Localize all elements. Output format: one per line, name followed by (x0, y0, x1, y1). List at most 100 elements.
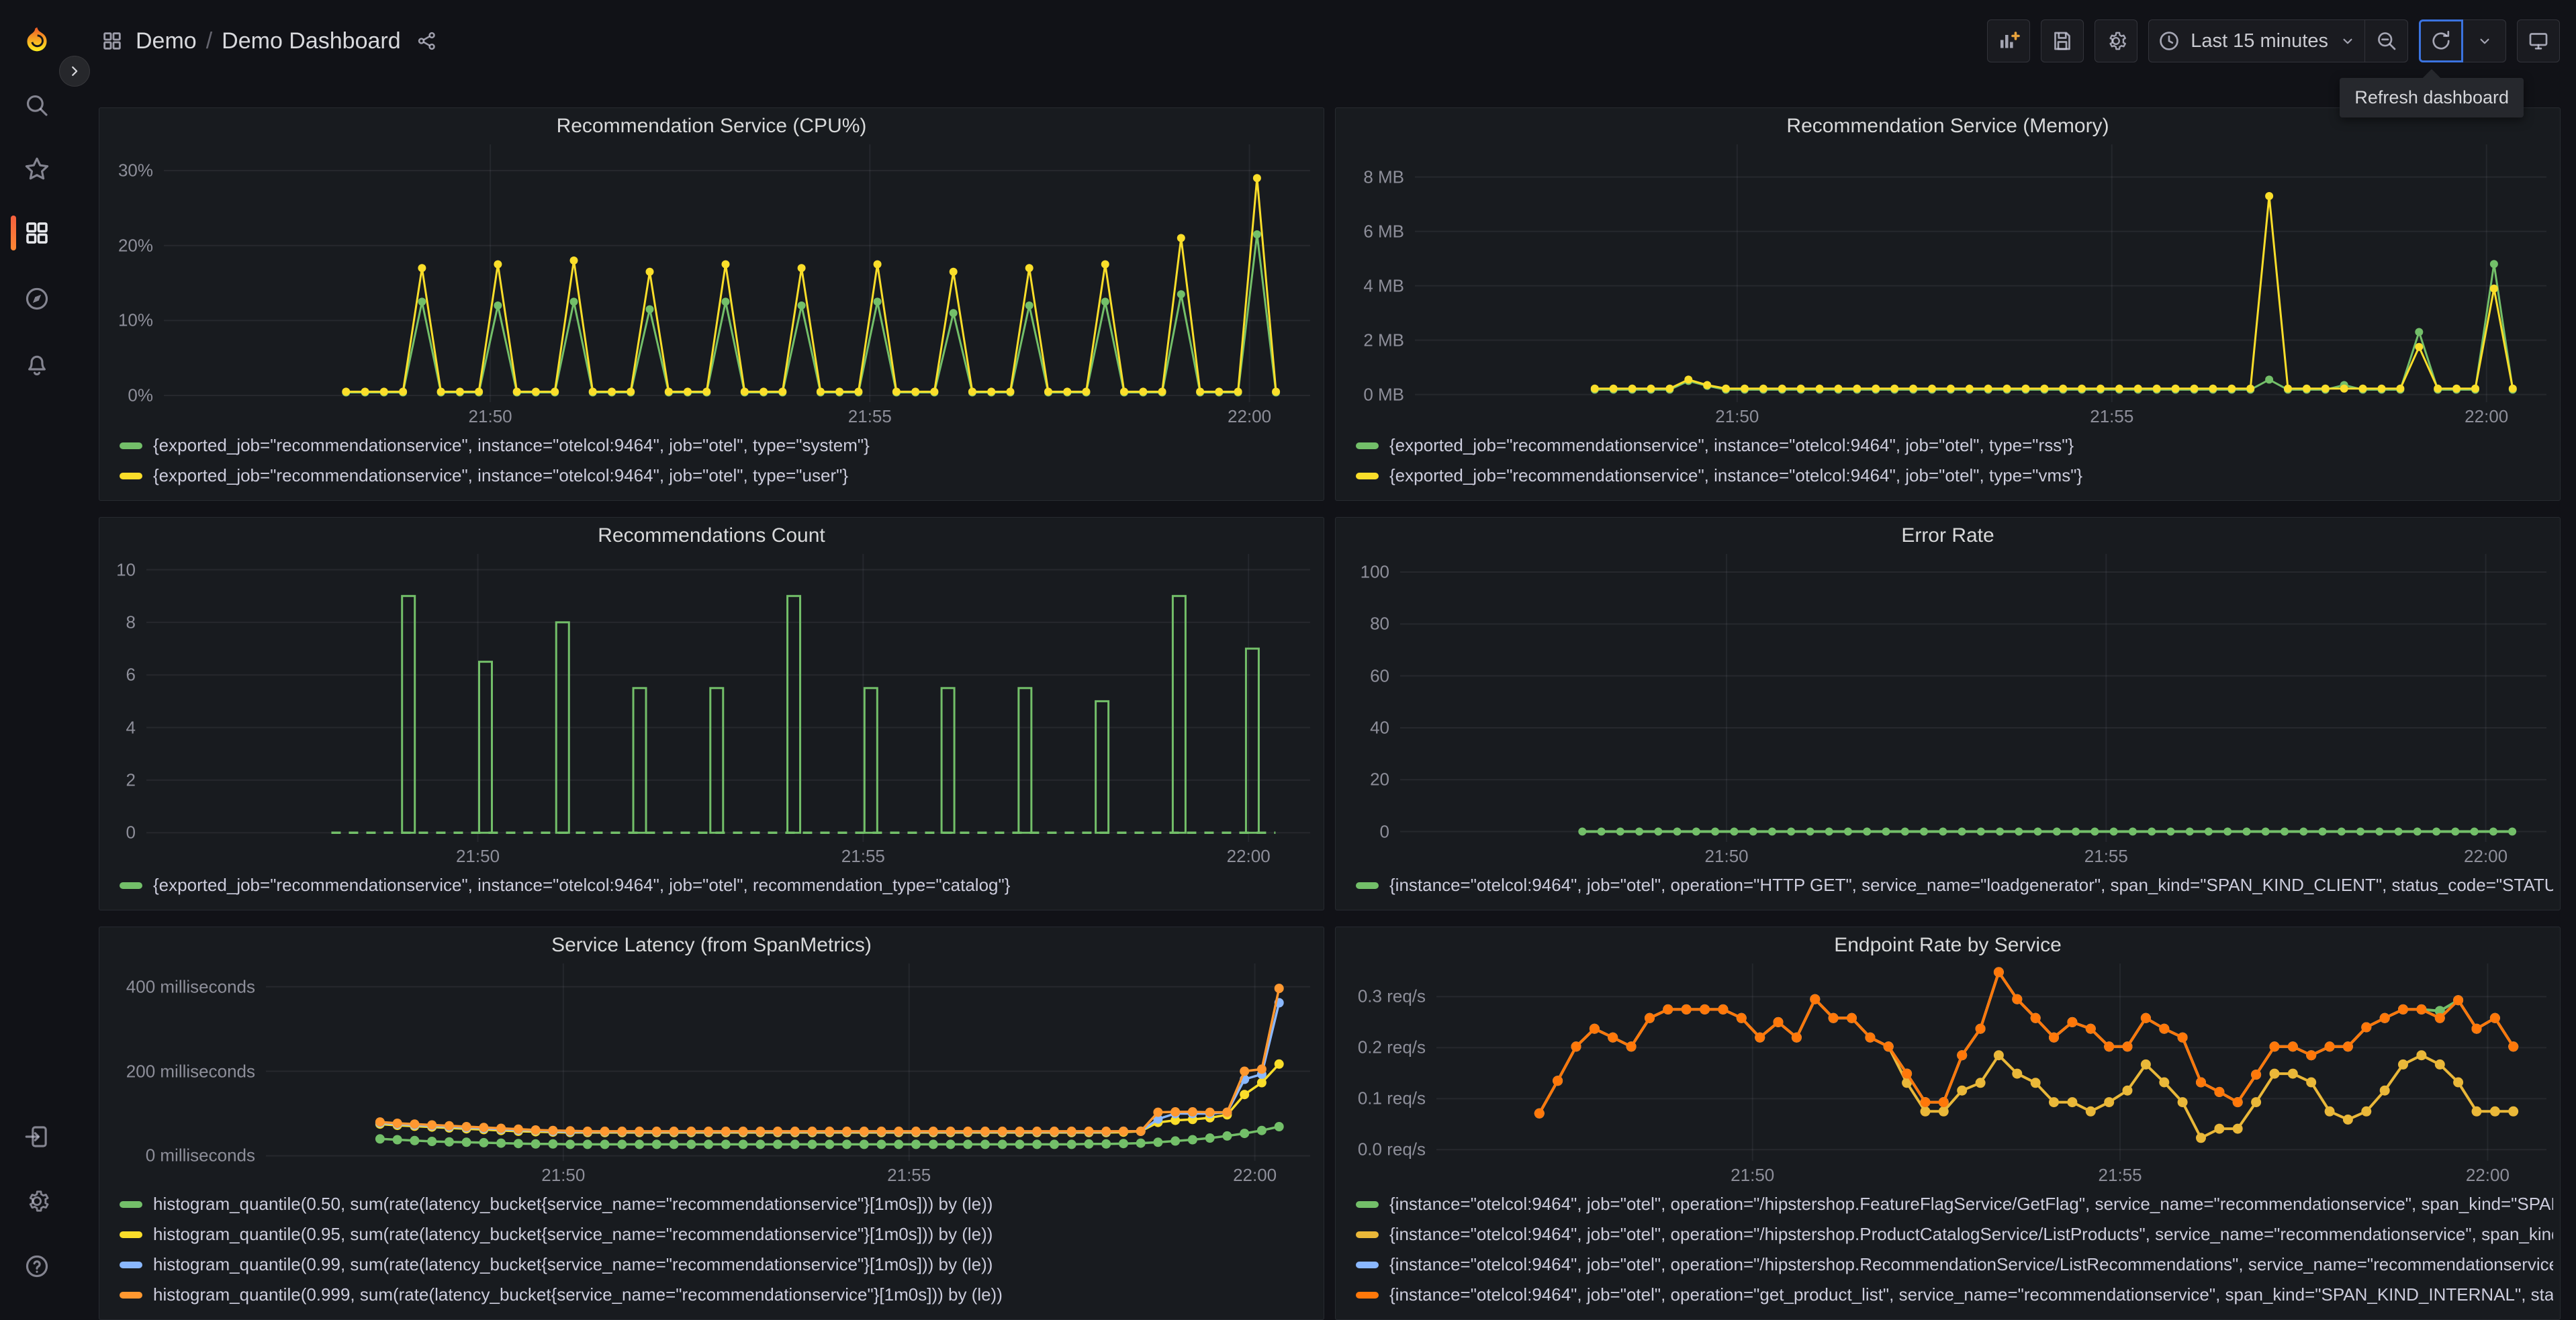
panel-cpu: Recommendation Service (CPU%) 0% 10% 20% 30%… (99, 107, 1324, 501)
legend-swatch (1356, 442, 1379, 449)
sign-in-icon[interactable] (0, 1123, 74, 1151)
chart-canvas-reco-count[interactable] (146, 554, 1310, 842)
plot-area-memory[interactable] (1415, 144, 2546, 402)
admin-gear-icon[interactable] (0, 1187, 74, 1215)
dashboard-settings-button[interactable] (2095, 19, 2138, 62)
y-tick-label: 2 (126, 769, 136, 790)
x-tick-label: 21:50 (1704, 846, 1749, 866)
legend-endpoint-rate: {instance="otelcol:9464", job="otel", op… (1336, 1188, 2560, 1319)
monitor-icon (2529, 33, 2548, 50)
breadcrumb-page-title[interactable]: Demo Dashboard (222, 28, 400, 54)
y-tick-label: 0.3 req/s (1357, 986, 1426, 1006)
y-tick-label: 400 milliseconds (126, 976, 255, 997)
legend-swatch (1356, 1200, 1379, 1208)
legend-swatch (120, 1231, 142, 1238)
grafana-logo[interactable] (0, 21, 74, 59)
legend-item[interactable]: {instance="otelcol:9464", job="otel", op… (1356, 1219, 2553, 1250)
share-icon[interactable] (416, 30, 439, 52)
legend-label: histogram_quantile(0.95, sum(rate(latenc… (153, 1224, 993, 1244)
save-dashboard-button[interactable] (2041, 19, 2084, 62)
time-range-picker[interactable]: Last 15 minutes (2148, 19, 2365, 62)
breadcrumb-section[interactable]: Demo (136, 28, 197, 54)
legend-label: {instance="otelcol:9464", job="otel", op… (1389, 875, 2553, 895)
plot-area-error-rate[interactable] (1400, 554, 2546, 842)
refresh-dashboard-button[interactable] (2419, 19, 2463, 62)
legend-label: {instance="otelcol:9464", job="otel", op… (1389, 1194, 2553, 1214)
x-axis-reco-count: 21:50 21:55 22:00 (146, 842, 1310, 869)
panel-title-endpoint-rate[interactable]: Endpoint Rate by Service (1336, 927, 2560, 963)
legend-label: {exported_job="recommendationservice", i… (153, 435, 870, 455)
legend-swatch (120, 1200, 142, 1208)
legend-item[interactable]: {exported_job="recommendationservice", i… (1356, 461, 2553, 491)
panel-title-latency[interactable]: Service Latency (from SpanMetrics) (99, 927, 1324, 963)
legend-swatch (1356, 882, 1379, 889)
y-tick-label: 6 MB (1363, 221, 1404, 242)
legend-item[interactable]: {instance="otelcol:9464", job="otel", op… (1356, 1189, 2553, 1219)
legend-item[interactable]: {instance="otelcol:9464", job="otel", op… (1356, 1250, 2553, 1280)
legend-item[interactable]: {exported_job="recommendationservice", i… (1356, 430, 2553, 461)
x-axis-error-rate: 21:50 21:55 22:00 (1400, 842, 2546, 869)
chart-canvas-latency[interactable] (266, 963, 1310, 1161)
chart-canvas-memory[interactable] (1415, 144, 2546, 402)
chart-canvas-error-rate[interactable] (1400, 554, 2546, 842)
search-icon[interactable] (0, 91, 74, 120)
zoom-out-time-button[interactable] (2365, 19, 2408, 62)
y-tick-label: 10 (116, 559, 136, 579)
plot-area-endpoint-rate[interactable] (1436, 963, 2546, 1161)
legend-label: {exported_job="recommendationservice", i… (153, 875, 1011, 895)
explore-compass-icon[interactable] (0, 285, 74, 313)
plot-area-cpu[interactable] (164, 144, 1310, 402)
legend-swatch (120, 1261, 142, 1268)
active-indicator (11, 216, 16, 250)
y-tick-label: 4 MB (1363, 275, 1404, 296)
add-panel-button[interactable] (1987, 19, 2031, 62)
chart-canvas-endpoint-rate[interactable] (1436, 963, 2546, 1161)
y-axis-reco-count: 0 2 4 6 8 10 (105, 554, 146, 843)
panel-title-cpu[interactable]: Recommendation Service (CPU%) (99, 108, 1324, 144)
y-axis-endpoint-rate: 0.0 req/s 0.1 req/s 0.2 req/s 0.3 req/s (1341, 963, 1436, 1161)
star-icon[interactable] (0, 155, 74, 183)
legend-item[interactable]: histogram_quantile(0.95, sum(rate(latenc… (120, 1219, 1317, 1250)
legend-item[interactable]: histogram_quantile(0.50, sum(rate(latenc… (120, 1189, 1317, 1219)
legend-label: {exported_job="recommendationservice", i… (153, 465, 849, 485)
y-tick-label: 20% (118, 235, 153, 256)
legend-item[interactable]: histogram_quantile(0.999, sum(rate(laten… (120, 1280, 1317, 1310)
refresh-icon (2432, 30, 2450, 50)
legend-swatch (1356, 1231, 1379, 1238)
plot-area-latency[interactable] (266, 963, 1310, 1161)
panel-reco-count: Recommendations Count 0 2 4 6 8 10 21:50 21:55 22… (99, 517, 1324, 910)
kiosk-mode-button[interactable] (2517, 19, 2560, 62)
legend-item[interactable]: histogram_quantile(0.99, sum(rate(latenc… (120, 1250, 1317, 1280)
dashboards-icon[interactable] (0, 216, 74, 250)
help-icon[interactable] (0, 1252, 74, 1280)
y-tick-label: 20 (1370, 769, 1389, 790)
refresh-interval-dropdown[interactable] (2463, 19, 2506, 62)
panel-title-reco-count[interactable]: Recommendations Count (99, 518, 1324, 554)
toolbar: Last 15 minutes (1987, 19, 2560, 62)
legend-item[interactable]: {exported_job="recommendationservice", i… (120, 461, 1317, 491)
x-tick-label: 21:50 (541, 1165, 586, 1185)
x-tick-label: 22:00 (2465, 1165, 2510, 1185)
legend-reco-count: {exported_job="recommendationservice", i… (99, 869, 1324, 910)
x-axis-endpoint-rate: 21:50 21:55 22:00 (1436, 1161, 2546, 1188)
x-tick-label: 22:00 (1233, 1165, 1277, 1185)
legend-item[interactable]: {exported_job="recommendationservice", i… (120, 430, 1317, 461)
alerting-bell-icon[interactable] (0, 350, 74, 379)
legend-item[interactable]: {instance="otelcol:9464", job="otel", op… (1356, 1280, 2553, 1310)
legend-item[interactable]: {instance="otelcol:9464", job="otel", op… (1356, 870, 2553, 900)
chart-canvas-cpu[interactable] (164, 144, 1310, 402)
x-tick-label: 22:00 (1228, 406, 1272, 426)
panel-memory: Recommendation Service (Memory) 0 MB 2 MB 4… (1335, 107, 2561, 501)
y-tick-label: 0.1 req/s (1357, 1088, 1426, 1109)
x-tick-label: 22:00 (2465, 406, 2509, 426)
y-tick-label: 6 (126, 664, 136, 685)
dashboard-panels: Recommendation Service (CPU%) 0% 10% 20% 30%… (74, 82, 2576, 1320)
legend-item[interactable]: {exported_job="recommendationservice", i… (120, 870, 1317, 900)
panel-title-error-rate[interactable]: Error Rate (1336, 518, 2560, 554)
legend-swatch (120, 472, 142, 479)
y-tick-label: 30% (118, 160, 153, 181)
plot-area-reco-count[interactable] (146, 554, 1310, 842)
y-tick-label: 8 (126, 612, 136, 632)
expand-sidebar-button[interactable] (59, 56, 90, 87)
topbar: Demo / Demo Dashboard Last 15 minutes (74, 0, 2576, 82)
